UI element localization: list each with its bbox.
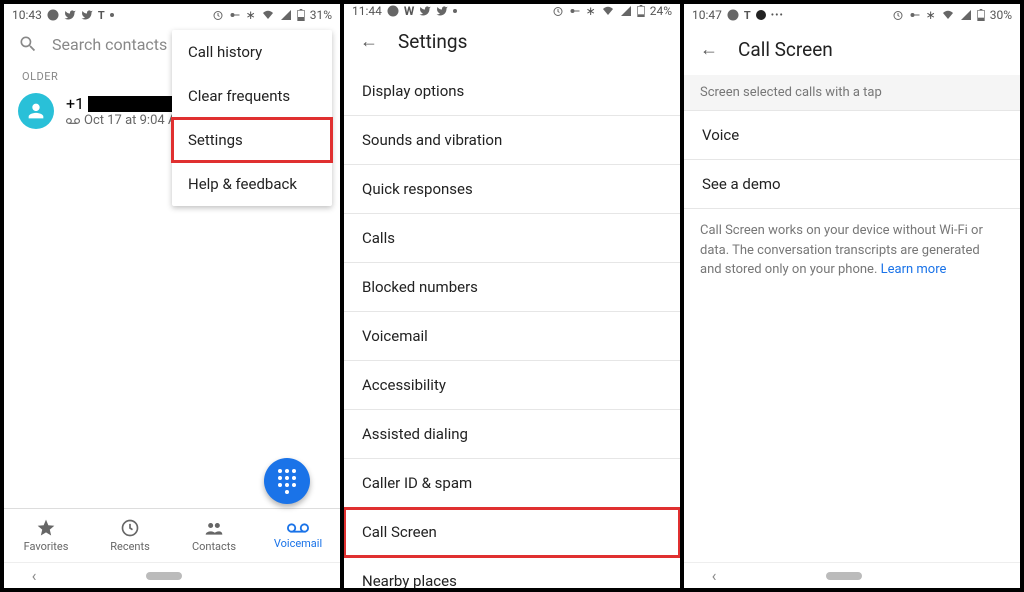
notification-dot-icon (756, 10, 766, 20)
signal-icon (960, 9, 972, 21)
panel-settings: 11:44 W ∗ 24% ← Settings Display options (340, 4, 680, 588)
battery-icon (977, 9, 985, 21)
setting-see-a-demo[interactable]: See a demo (684, 160, 1020, 209)
panel-phone-app: 10:43 T ∗ 31% Search contacts & p OLDER (4, 4, 340, 588)
status-dot-icon (453, 9, 457, 13)
twitter-icon (81, 9, 93, 21)
battery-icon (637, 5, 645, 17)
signal-icon (280, 9, 292, 21)
status-battery-pct: 24% (650, 4, 672, 18)
battery-icon (297, 9, 305, 21)
carrier-icon: T (744, 9, 751, 22)
spotify-icon (47, 9, 59, 21)
page-title: Call Screen (738, 38, 833, 61)
setting-assisted-dialing[interactable]: Assisted dialing (344, 410, 680, 459)
bluetooth-icon: ∗ (926, 8, 936, 22)
twitter-icon (64, 9, 76, 21)
subheader: Screen selected calls with a tap (684, 75, 1020, 111)
tab-recents[interactable]: Recents (88, 509, 172, 562)
alarm-icon (892, 9, 904, 21)
setting-voicemail[interactable]: Voicemail (344, 312, 680, 361)
voicemail-icon (287, 521, 309, 535)
twitter-icon (419, 5, 431, 17)
setting-blocked-numbers[interactable]: Blocked numbers (344, 263, 680, 312)
call-screen-description: Call Screen works on your device without… (684, 209, 1020, 292)
bluetooth-icon: ∗ (586, 4, 596, 18)
menu-help-feedback[interactable]: Help & feedback (172, 162, 332, 206)
signal-icon (620, 5, 632, 17)
dialpad-fab[interactable] (264, 458, 310, 504)
search-icon (18, 34, 38, 54)
nav-home-pill[interactable] (826, 572, 862, 580)
setting-display-options[interactable]: Display options (344, 67, 680, 116)
tab-voicemail[interactable]: Voicemail (256, 509, 340, 562)
android-nav-bar: ‹ (684, 562, 1020, 588)
tab-label: Recents (110, 540, 150, 553)
setting-sounds-vibration[interactable]: Sounds and vibration (344, 116, 680, 165)
tab-contacts[interactable]: Contacts (172, 509, 256, 562)
alarm-icon (552, 5, 564, 17)
android-nav-bar: ‹ (4, 562, 340, 588)
setting-accessibility[interactable]: Accessibility (344, 361, 680, 410)
status-battery-pct: 30% (990, 8, 1012, 22)
more-notif-icon: ••• (771, 10, 784, 21)
status-battery-pct: 31% (310, 8, 332, 22)
overflow-menu: Call history Clear frequents Settings He… (172, 30, 332, 206)
page-title: Settings (398, 30, 467, 53)
twitter-icon (436, 5, 448, 17)
status-bar: 10:43 T ∗ 31% (4, 4, 340, 26)
tab-label: Voicemail (274, 537, 322, 550)
dialpad-icon (278, 469, 296, 494)
back-arrow-icon[interactable]: ← (360, 31, 378, 52)
voicemail-tape-icon (66, 116, 80, 126)
vpn-key-icon (569, 5, 581, 17)
bottom-navigation: Favorites Recents Contacts Voicemail (4, 508, 340, 562)
clock-icon (120, 518, 140, 538)
nav-back-icon[interactable]: ‹ (32, 566, 37, 585)
setting-calls[interactable]: Calls (344, 214, 680, 263)
call-number-prefix: +1 (66, 94, 84, 113)
wifi-icon (261, 9, 275, 21)
back-arrow-icon[interactable]: ← (700, 39, 718, 60)
tab-favorites[interactable]: Favorites (4, 509, 88, 562)
call-screen-app-bar: ← Call Screen (684, 26, 1020, 75)
menu-clear-frequents[interactable]: Clear frequents (172, 74, 332, 118)
wifi-icon (601, 5, 615, 17)
setting-quick-responses[interactable]: Quick responses (344, 165, 680, 214)
tab-label: Contacts (192, 540, 236, 553)
avatar (18, 93, 54, 129)
menu-call-history[interactable]: Call history (172, 30, 332, 74)
vpn-key-icon (909, 9, 921, 21)
learn-more-link[interactable]: Learn more (881, 262, 947, 277)
alarm-icon (212, 9, 224, 21)
menu-settings[interactable]: Settings (172, 118, 332, 162)
spotify-icon (727, 9, 739, 21)
status-dot-icon (110, 13, 114, 17)
nav-back-icon[interactable]: ‹ (712, 566, 717, 585)
status-time: 11:44 (352, 4, 382, 18)
setting-voice[interactable]: Voice (684, 111, 1020, 160)
status-bar: 11:44 W ∗ 24% (344, 4, 680, 18)
wifi-icon (941, 9, 955, 21)
nav-home-pill[interactable] (146, 572, 182, 580)
settings-app-bar: ← Settings (344, 18, 680, 67)
status-bar: 10:47 T ••• ∗ 30% (684, 4, 1020, 26)
app-icon: W (404, 4, 415, 18)
vpn-key-icon (229, 9, 241, 21)
setting-call-screen[interactable]: Call Screen (344, 508, 680, 557)
star-icon (36, 518, 56, 538)
carrier-icon: T (98, 9, 105, 22)
tab-label: Favorites (24, 540, 69, 553)
setting-nearby-places[interactable]: Nearby places (344, 557, 680, 588)
spotify-icon (387, 5, 399, 17)
people-icon (204, 518, 224, 538)
status-time: 10:47 (692, 8, 722, 22)
bluetooth-icon: ∗ (246, 8, 256, 22)
panel-call-screen: 10:47 T ••• ∗ 30% ← Call Screen Screen s… (680, 4, 1020, 588)
status-time: 10:43 (12, 8, 42, 22)
setting-caller-id-spam[interactable]: Caller ID & spam (344, 459, 680, 508)
